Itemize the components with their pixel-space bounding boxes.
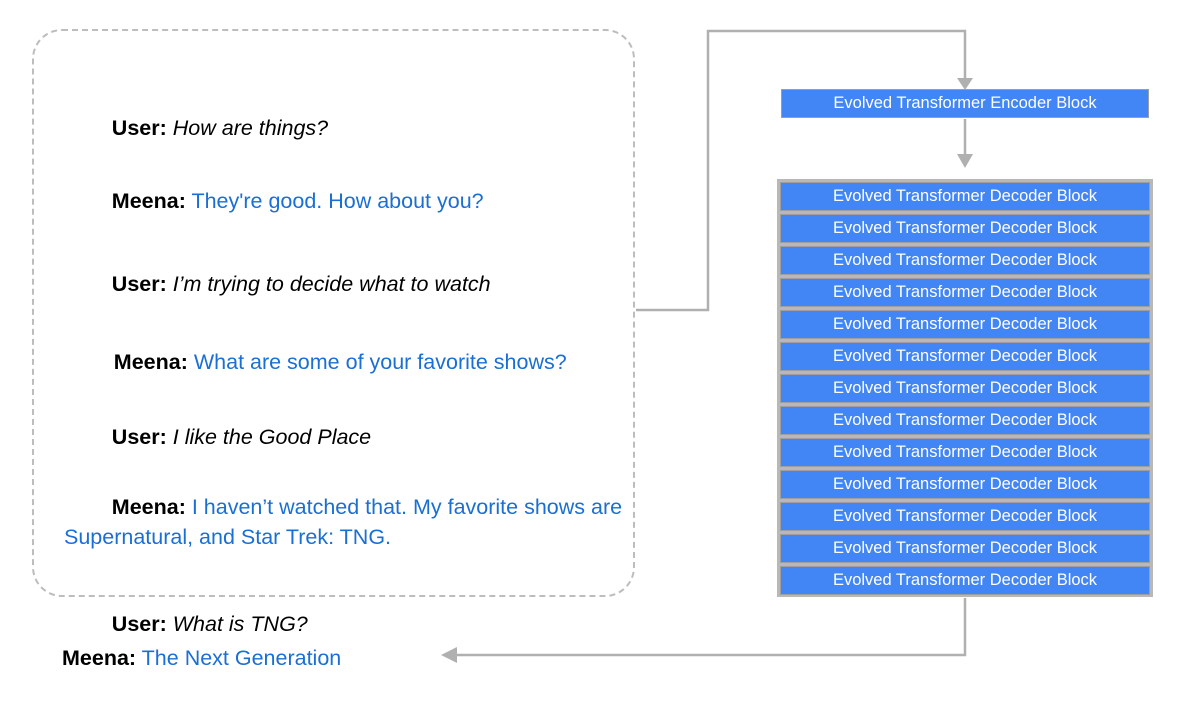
turn-speaker: User: xyxy=(111,116,167,140)
decoder-block-label: Evolved Transformer Decoder Block xyxy=(832,251,1098,269)
decoder-stack: Evolved Transformer Decoder Block Evolved… xyxy=(777,179,1153,597)
decoder-block-label: Evolved Transformer Decoder Block xyxy=(832,283,1098,301)
decoder-block: Evolved Transformer Decoder Block xyxy=(780,438,1150,467)
decoder-block-label: Evolved Transformer Decoder Block xyxy=(832,571,1098,589)
output-text: The Next Generation xyxy=(141,646,342,670)
output-speaker: Meena: xyxy=(62,646,137,670)
decoder-block-label: Evolved Transformer Decoder Block xyxy=(832,379,1098,397)
turn-text: They're good. How about you? xyxy=(191,189,484,213)
decoder-block: Evolved Transformer Decoder Block xyxy=(780,342,1150,371)
turn-text: I like the Good Place xyxy=(172,425,372,449)
decoder-block-label: Evolved Transformer Decoder Block xyxy=(832,443,1098,461)
encoder-block-label: Evolved Transformer Encoder Block xyxy=(833,94,1097,112)
decoder-block: Evolved Transformer Decoder Block xyxy=(780,374,1150,403)
arrow-encoder-to-decoder xyxy=(957,119,973,168)
decoder-block-label: Evolved Transformer Decoder Block xyxy=(832,411,1098,429)
decoder-block: Evolved Transformer Decoder Block xyxy=(780,470,1150,499)
turn-text: What are some of your favorite shows? xyxy=(193,350,567,374)
decoder-block: Evolved Transformer Decoder Block xyxy=(780,310,1150,339)
dialog-turn: Meena: They're good. How about you? xyxy=(64,156,484,246)
decoder-block-label: Evolved Transformer Decoder Block xyxy=(832,507,1098,525)
output-line: Meena: The Next Generation xyxy=(62,643,341,673)
decoder-block-label: Evolved Transformer Decoder Block xyxy=(832,315,1098,333)
decoder-block-label: Evolved Transformer Decoder Block xyxy=(832,539,1098,557)
decoder-block-label: Evolved Transformer Decoder Block xyxy=(832,187,1098,205)
decoder-block: Evolved Transformer Decoder Block xyxy=(780,278,1150,307)
turn-speaker: Meena: xyxy=(113,350,188,374)
decoder-block: Evolved Transformer Decoder Block xyxy=(780,406,1150,435)
decoder-block-label: Evolved Transformer Decoder Block xyxy=(832,219,1098,237)
turn-speaker: User: xyxy=(111,425,167,449)
decoder-block: Evolved Transformer Decoder Block xyxy=(780,214,1150,243)
decoder-block: Evolved Transformer Decoder Block xyxy=(780,182,1150,211)
decoder-block-label: Evolved Transformer Decoder Block xyxy=(832,347,1098,365)
turn-text: I’m trying to decide what to watch xyxy=(172,272,491,296)
decoder-block-label: Evolved Transformer Decoder Block xyxy=(832,475,1098,493)
turn-speaker: Meena: xyxy=(111,189,186,213)
turn-speaker: User: xyxy=(111,272,167,296)
turn-text: How are things? xyxy=(172,116,329,140)
dialog-turn: Meena: I haven’t watched that. My favori… xyxy=(64,462,624,582)
dialog-turn: User: I’m trying to decide what to watch xyxy=(64,239,491,329)
turn-speaker: User: xyxy=(111,612,167,636)
turn-text: What is TNG? xyxy=(172,612,308,636)
turn-speaker: Meena: xyxy=(111,495,186,519)
decoder-block: Evolved Transformer Decoder Block xyxy=(780,566,1150,595)
arrow-decoder-to-output xyxy=(441,598,967,663)
encoder-block: Evolved Transformer Encoder Block xyxy=(781,89,1149,118)
decoder-block: Evolved Transformer Decoder Block xyxy=(780,534,1150,563)
decoder-block: Evolved Transformer Decoder Block xyxy=(780,246,1150,275)
dialog-box: User: How are things? Meena: They're goo… xyxy=(32,29,635,636)
diagram-canvas: User: How are things? Meena: They're goo… xyxy=(0,0,1199,715)
decoder-block: Evolved Transformer Decoder Block xyxy=(780,502,1150,531)
